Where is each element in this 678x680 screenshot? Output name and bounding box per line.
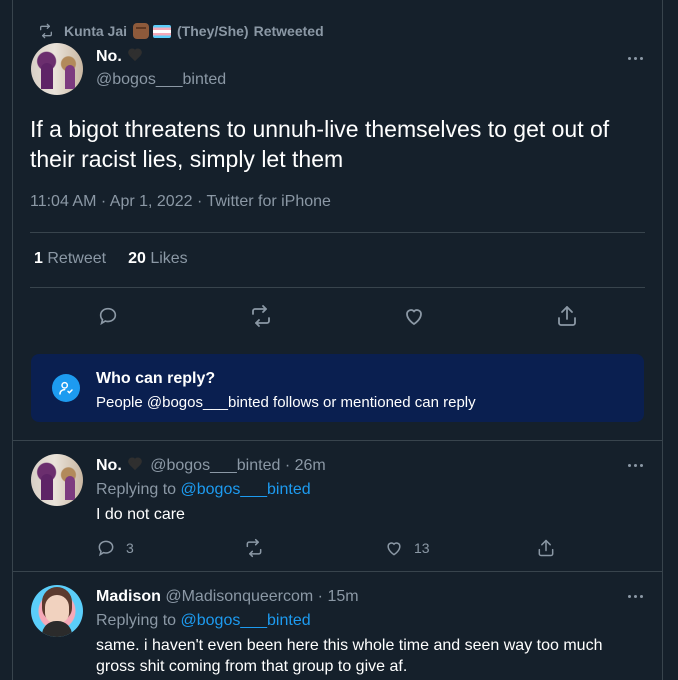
reply-text: I do not care (96, 506, 185, 523)
author-name[interactable]: No. (96, 48, 122, 65)
share-button[interactable] (536, 538, 556, 558)
replying-to-handle[interactable]: @bogos___binted (181, 612, 311, 629)
divider (30, 287, 645, 288)
tweet-source[interactable]: Twitter for iPhone (206, 193, 331, 210)
reply-actions: 3 13 (96, 538, 566, 558)
reply-icon (98, 540, 114, 557)
reply-age[interactable]: 26m (295, 457, 326, 474)
retweet-icon[interactable] (248, 303, 274, 329)
author-name-row[interactable]: No. (96, 48, 142, 66)
retweet-header[interactable]: Kunta Jai (They/She) Retweeted (38, 22, 324, 40)
avatar[interactable] (31, 585, 83, 637)
replying-to-handle[interactable]: @bogos___binted (181, 481, 311, 498)
more-icon[interactable] (625, 51, 645, 65)
reply-age[interactable]: 15m (327, 588, 358, 605)
more-icon[interactable] (625, 458, 645, 472)
reply-text-line-2: gross shit coming from that group to giv… (96, 658, 408, 675)
tweet-text: If a bigot threatens to unnuh-live thems… (30, 116, 610, 172)
avatar[interactable] (31, 454, 83, 506)
reply-author-handle[interactable]: @bogos___binted (150, 457, 280, 474)
share-icon[interactable] (554, 303, 580, 329)
tweet-time[interactable]: 11:04 AM (30, 193, 96, 210)
reply-icon[interactable] (95, 303, 121, 329)
retweet-action: Retweeted (253, 23, 324, 39)
retweet-button[interactable] (244, 538, 274, 558)
tweet-meta: 11:04 AM · Apr 1, 2022 · Twitter for iPh… (30, 193, 331, 210)
trans-flag-emoji (153, 24, 172, 38)
likes-stat[interactable]: 20 Likes (128, 250, 188, 268)
retweet-icon (40, 23, 52, 39)
engagement-stats: 1 Retweet 20 Likes (34, 250, 188, 268)
divider (30, 232, 645, 233)
retweets-stat[interactable]: 1 Retweet (34, 250, 106, 268)
who-can-reply-title: Who can reply? (96, 370, 216, 387)
black-heart-emoji (128, 49, 142, 63)
reply-header: No. @bogos___binted · 26m (96, 457, 326, 474)
like-count: 13 (414, 540, 430, 556)
reply-text-line-1: same. i haven't even been here this whol… (96, 637, 603, 654)
who-can-reply-notice: Who can reply? People @bogos___binted fo… (31, 354, 644, 422)
timeline-left-border (12, 0, 13, 680)
divider (12, 571, 663, 572)
like-icon[interactable] (401, 303, 427, 329)
reply-author-name[interactable]: No. (96, 457, 122, 474)
retweeter-name[interactable]: Kunta Jai (64, 23, 127, 39)
tweet-date[interactable]: Apr 1, 2022 (110, 193, 193, 210)
reply-header: Madison @Madisonqueercom · 15m (96, 588, 359, 605)
more-icon[interactable] (625, 589, 645, 603)
like-icon (387, 542, 401, 556)
author-handle[interactable]: @bogos___binted (96, 71, 226, 89)
retweet-icon (246, 538, 262, 558)
avatar[interactable] (31, 43, 83, 95)
divider (12, 440, 663, 441)
who-can-reply-subtitle: People @bogos___binted follows or mentio… (96, 394, 476, 411)
raised-fist-emoji (133, 23, 150, 39)
share-icon (538, 539, 554, 557)
black-heart-emoji (128, 458, 142, 472)
replying-to: Replying to @bogos___binted (96, 612, 311, 629)
reply-author-name[interactable]: Madison (96, 588, 161, 605)
reply-author-handle[interactable]: @Madisonqueercom (165, 588, 313, 605)
reply-button[interactable]: 3 (96, 538, 134, 558)
tweet-actions (30, 303, 645, 329)
like-button[interactable]: 13 (384, 538, 430, 558)
timeline-right-border (662, 0, 663, 680)
replying-to: Replying to @bogos___binted (96, 481, 311, 498)
reply-count: 3 (126, 540, 134, 556)
mention-icon (52, 374, 80, 402)
retweeter-pronouns: (They/She) (177, 23, 249, 39)
